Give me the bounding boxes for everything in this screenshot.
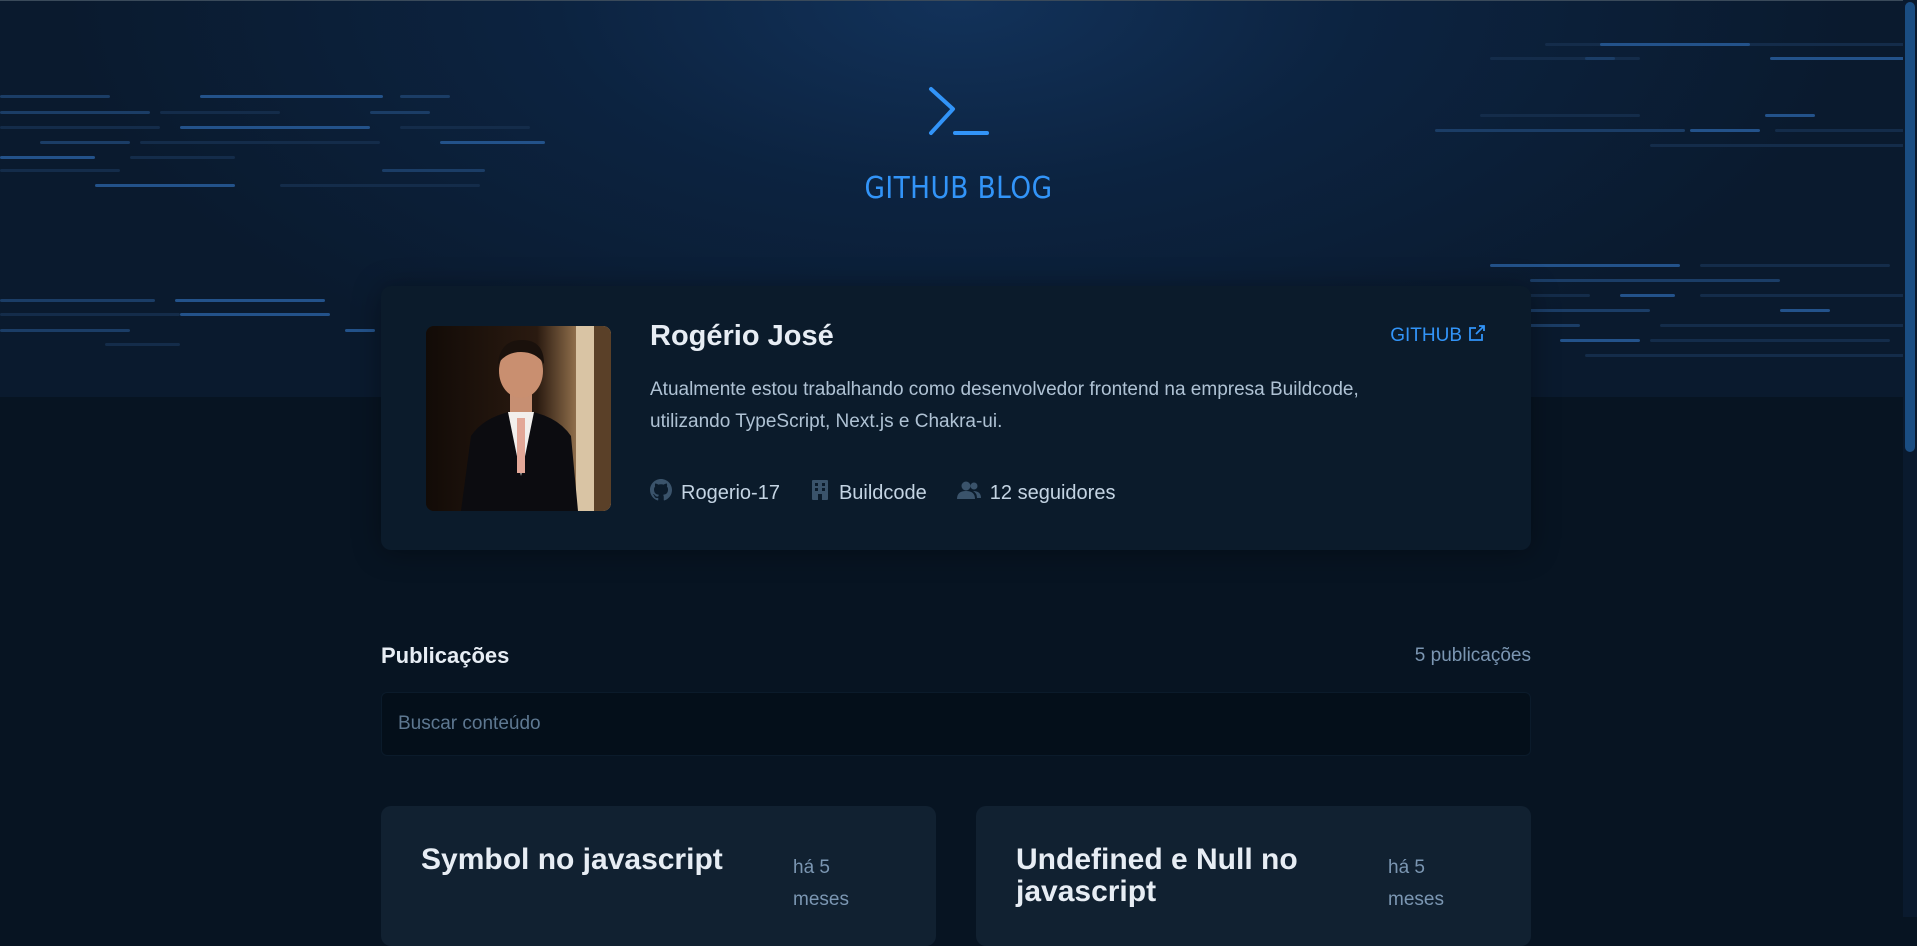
- followers-text: 12 seguidores: [989, 481, 1116, 504]
- avatar: [426, 326, 611, 511]
- publications-title: Publicações: [381, 643, 510, 668]
- profile-card: Rogério José GITHUB Atualmente estou tra…: [381, 286, 1531, 550]
- username-info: Rogerio-17: [650, 479, 780, 507]
- github-link-label: GITHUB: [1390, 325, 1462, 346]
- post-date: há 5 meses: [1388, 857, 1444, 910]
- profile-name: Rogério José: [650, 320, 834, 352]
- company-info: Buildcode: [810, 479, 927, 507]
- post-card[interactable]: Undefined e Null no javascript há 5 mese…: [976, 806, 1531, 946]
- scrollbar[interactable]: [1903, 0, 1917, 917]
- github-icon: [650, 479, 672, 507]
- publications-count: 5 publicações: [1414, 645, 1531, 666]
- username-text: Rogerio-17: [681, 481, 780, 504]
- github-link[interactable]: GITHUB: [1390, 324, 1486, 348]
- brand-title: GITHUB BLOG: [864, 171, 1053, 206]
- terminal-prompt-icon: [927, 85, 991, 144]
- profile-bio: Atualmente estou trabalhando como desenv…: [650, 379, 1359, 432]
- users-icon: [956, 480, 981, 506]
- profile-meta: Rogerio-17 Buildcode 12 seguidores: [650, 479, 1115, 507]
- external-link-icon: [1468, 324, 1486, 348]
- building-icon: [810, 479, 830, 507]
- company-text: Buildcode: [838, 481, 927, 504]
- search-input[interactable]: [381, 692, 1531, 756]
- post-date: há 5 meses: [793, 857, 849, 910]
- followers-info: 12 seguidores: [956, 479, 1116, 507]
- scrollbar-thumb[interactable]: [1905, 2, 1915, 452]
- post-card[interactable]: Symbol no javascript há 5 meses: [381, 806, 936, 946]
- post-title: Symbol no javascript: [421, 843, 723, 876]
- post-title: Undefined e Null no javascript: [1016, 843, 1298, 908]
